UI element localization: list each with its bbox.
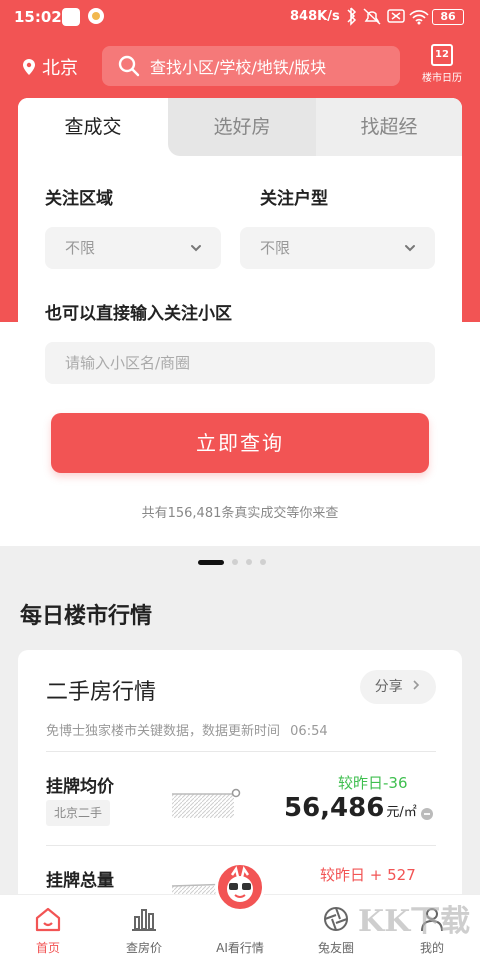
home-icon <box>35 907 61 932</box>
listing-avg-price-label: 挂牌均价 <box>46 777 114 797</box>
market-card-subtitle: 免博士独家楼市关键数据，数据更新时间 06:54 <box>46 720 328 739</box>
avg-price-value: 56,486 元/㎡ <box>284 793 417 823</box>
avg-price-unit: 元/㎡ <box>386 805 417 820</box>
calendar-label: 楼市日历 <box>422 73 462 84</box>
carousel-indicator <box>198 559 266 565</box>
community-label: 也可以直接输入关注小区 <box>45 304 232 324</box>
network-speed: 848K/s <box>290 9 340 24</box>
share-label: 分享 <box>374 679 403 695</box>
tab-choose-home[interactable]: 选好房 <box>168 98 316 156</box>
chevron-down-icon <box>191 245 201 252</box>
listing-total-label: 挂牌总量 <box>46 871 114 891</box>
divider <box>46 751 436 752</box>
tab-find-agent[interactable]: 找超经 <box>316 98 462 156</box>
section-title: 每日楼市行情 <box>20 604 153 629</box>
chevron-right-icon <box>413 680 420 690</box>
price-sparkline <box>172 788 241 818</box>
update-time: 06:54 <box>290 724 328 739</box>
query-tabs: 查成交 选好房 找超经 <box>18 98 462 156</box>
search-icon <box>118 55 140 77</box>
calendar-icon: 12 <box>431 44 453 66</box>
layout-select[interactable]: 不限 <box>240 227 435 269</box>
city-tag: 北京二手 <box>46 800 111 826</box>
chevron-down-icon <box>405 245 415 252</box>
carousel-dot-active <box>198 559 224 565</box>
location-pin-icon <box>23 59 35 75</box>
area-select[interactable]: 不限 <box>45 227 221 269</box>
bar-chart-icon <box>132 909 156 931</box>
community-input-placeholder: 请输入小区名/商圈 <box>65 354 191 372</box>
nav-price-check[interactable]: 查房价 <box>96 895 192 960</box>
divider <box>46 845 436 846</box>
layout-select-value: 不限 <box>260 239 291 257</box>
listing-total-change: 较昨日 + 527 <box>320 866 416 884</box>
status-time: 15:02 <box>14 8 62 26</box>
location-label: 北京 <box>42 58 78 79</box>
notification-app-icon-2 <box>88 8 104 24</box>
status-bar: 15:02 848K/s 86 <box>0 0 480 34</box>
market-card-title: 二手房行情 <box>46 680 157 705</box>
layout-label: 关注户型 <box>260 189 328 209</box>
search-bar[interactable]: 查找小区/学校/地铁/版块 <box>102 46 400 86</box>
nav-ai-market-label: AI看行情 <box>216 941 264 955</box>
price-change: 较昨日-36 <box>338 774 408 792</box>
notification-app-icon <box>62 8 80 26</box>
carousel-dot <box>246 559 252 565</box>
calendar-day: 12 <box>435 49 449 60</box>
system-status-icons <box>347 7 429 26</box>
area-label: 关注区域 <box>45 189 113 209</box>
deal-count-text: 共有156,481条真实成交等你来查 <box>141 506 339 521</box>
avg-price-number: 56,486 <box>284 793 385 823</box>
market-calendar-button[interactable]: 12 楼市日历 <box>420 44 464 90</box>
area-select-value: 不限 <box>65 239 96 257</box>
ai-mascot-icon[interactable] <box>215 862 265 912</box>
tab-deal-query[interactable]: 查成交 <box>18 98 168 156</box>
location-selector[interactable]: 北京 <box>22 54 78 80</box>
watermark-logo: KK下载 <box>358 904 471 939</box>
ai-mascot-face-icon <box>227 865 253 902</box>
community-input[interactable]: 请输入小区名/商圈 <box>45 342 435 384</box>
submit-query-button[interactable]: 立即查询 <box>51 413 429 473</box>
aperture-icon <box>324 907 348 931</box>
carousel-dot <box>260 559 266 565</box>
nav-home-label: 首页 <box>35 941 60 955</box>
battery-indicator: 86 <box>432 9 464 25</box>
data-source-text: 免博士独家楼市关键数据，数据更新时间 <box>46 724 281 739</box>
nav-home[interactable]: 首页 <box>0 895 96 960</box>
carousel-dot <box>232 559 238 565</box>
decrease-icon <box>421 808 433 820</box>
share-button[interactable]: 分享 <box>360 670 436 704</box>
search-placeholder: 查找小区/学校/地铁/版块 <box>150 58 327 77</box>
nav-price-check-label: 查房价 <box>125 941 162 955</box>
query-card: 查成交 选好房 找超经 关注区域 关注户型 不限 不限 也可以直接输入关注小区 … <box>18 98 462 528</box>
